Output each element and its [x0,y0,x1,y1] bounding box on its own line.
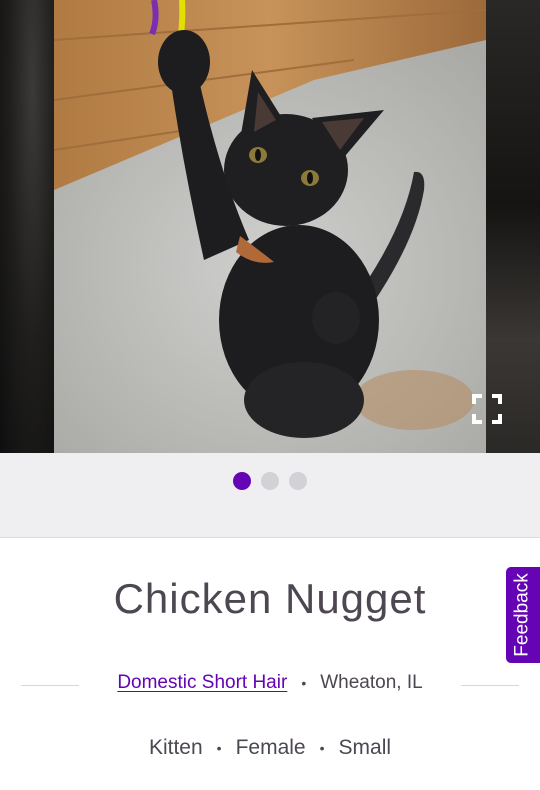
carousel-dot-3[interactable] [289,472,307,490]
breed-location-row: Domestic Short Hair • Wheaton, IL [0,672,540,694]
feedback-button[interactable]: Feedback [505,566,540,664]
size-text: Small [338,736,392,759]
pet-name-heading: Chicken Nugget [113,575,427,622]
previous-photo-preview[interactable] [0,0,54,453]
expand-fullscreen-icon[interactable] [470,392,504,426]
carousel-dot-2[interactable] [261,472,279,490]
feedback-label: Feedback [512,573,534,657]
carousel-dots [0,472,540,490]
black-kitten-image [54,0,486,453]
pet-traits-row: Kitten • Female • Small [0,736,540,760]
separator-dot: • [319,740,325,756]
gender-text: Female [235,736,306,759]
photo-carousel[interactable] [0,0,540,453]
separator-dot: • [216,740,222,756]
age-text: Kitten [148,736,203,759]
breed-link[interactable]: Domestic Short Hair [117,672,287,694]
carousel-dot-1[interactable] [233,472,251,490]
carousel-pagination-area [0,453,540,538]
separator-dot: • [301,675,307,691]
pet-photo[interactable] [54,0,486,453]
location-text: Wheaton, IL [320,672,423,693]
next-photo-preview[interactable] [486,0,540,453]
